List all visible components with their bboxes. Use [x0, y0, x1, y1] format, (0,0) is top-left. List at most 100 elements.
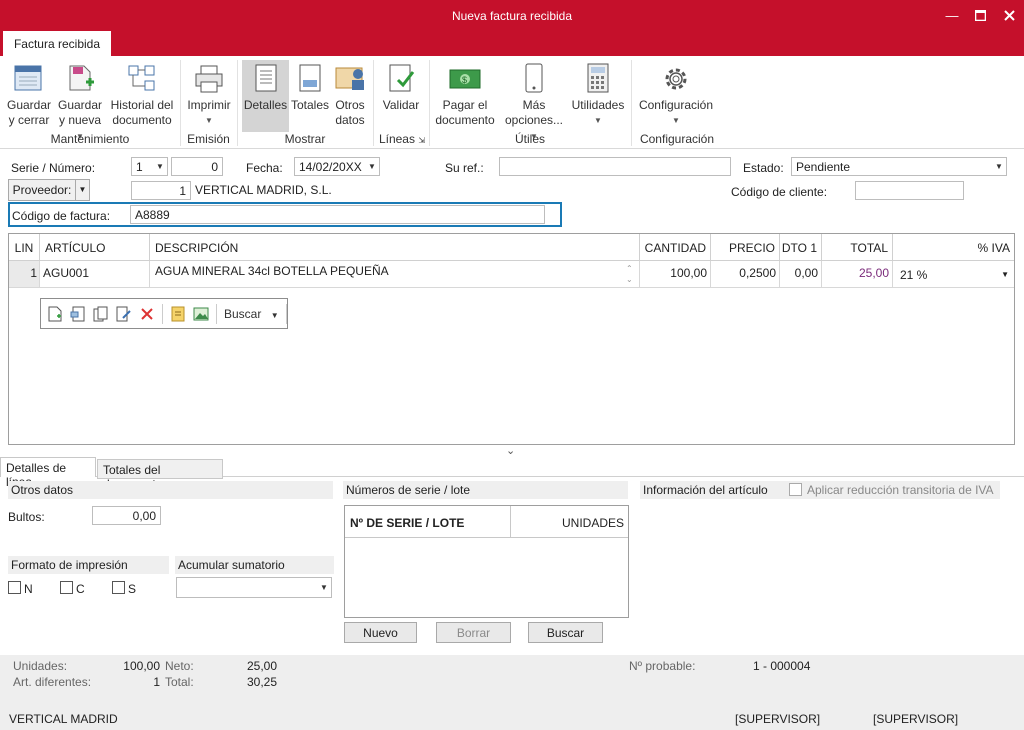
- formato-impresion-header: Formato de impresión: [8, 556, 169, 574]
- image-icon[interactable]: [193, 306, 209, 322]
- col-iva[interactable]: % IVA: [893, 234, 1014, 261]
- user-label-1: [SUPERVISOR]: [735, 712, 821, 726]
- art-diferentes-value: 1: [153, 675, 160, 689]
- tab-factura-recibida[interactable]: Factura recibida: [3, 31, 111, 56]
- col-total[interactable]: TOTAL: [822, 234, 893, 261]
- totals-button[interactable]: Totales: [290, 60, 330, 113]
- pay-document-button[interactable]: $ Pagar el documento: [434, 60, 496, 128]
- printer-icon: [186, 60, 232, 94]
- numeros-serie-header: Números de serie / lote: [343, 481, 628, 499]
- notes-icon[interactable]: [170, 306, 186, 322]
- chevron-down-icon: ▼: [78, 185, 87, 194]
- chevron-down-icon: ▼: [672, 116, 680, 125]
- col-precio[interactable]: PRECIO: [711, 234, 780, 261]
- minimize-icon[interactable]: —: [938, 4, 966, 26]
- reduccion-iva-label: Aplicar reducción transitoria de IVA: [807, 483, 994, 497]
- col-lin[interactable]: LIN: [9, 234, 40, 261]
- cell-descripcion[interactable]: AGUA MINERAL 34cl BOTELLA PEQUEÑA: [150, 261, 640, 288]
- delete-icon[interactable]: [139, 306, 155, 322]
- serie-select[interactable]: 1 ▼: [131, 157, 168, 176]
- bultos-label: Bultos:: [8, 510, 45, 524]
- ribbon: Guardar y cerrar Guardar y nueva ▼ Histori…: [0, 56, 1024, 149]
- maximize-icon[interactable]: [966, 4, 994, 26]
- edit-icon[interactable]: [116, 306, 132, 322]
- utilities-button[interactable]: Utilidades ▼: [570, 60, 626, 128]
- cell-precio[interactable]: 0,2500: [711, 261, 780, 288]
- details-button[interactable]: Detalles: [242, 60, 289, 132]
- total-label: Total:: [165, 675, 194, 689]
- scroll-arrows-icon[interactable]: ⌃ ⌄: [626, 263, 633, 285]
- save-close-icon: [5, 60, 53, 94]
- chevron-down-icon: ▼: [995, 162, 1003, 171]
- cell-total[interactable]: 25,00: [822, 261, 893, 288]
- proveedor-code-field[interactable]: 1: [131, 181, 191, 200]
- bultos-field[interactable]: 0,00: [92, 506, 161, 525]
- total-value: 30,25: [247, 675, 278, 689]
- checkbox-n[interactable]: [8, 581, 21, 594]
- cell-articulo[interactable]: AGU001: [40, 261, 150, 288]
- details-icon: [242, 60, 289, 94]
- chevron-down-icon: ▼: [270, 310, 279, 320]
- user-label-2: [SUPERVISOR]: [873, 712, 959, 726]
- tab-totales-documento[interactable]: Totales del documento: [97, 459, 223, 491]
- copy-icon[interactable]: [93, 306, 109, 322]
- title-bar: Nueva factura recibida —: [0, 0, 1024, 31]
- insert-line-icon[interactable]: [70, 306, 86, 322]
- cell-lin[interactable]: 1: [9, 261, 40, 288]
- acumular-sumatorio-header: Acumular sumatorio: [175, 556, 334, 574]
- proveedor-dropdown[interactable]: ▼: [75, 179, 90, 201]
- suref-field[interactable]: [499, 157, 731, 176]
- save-new-icon: [56, 60, 104, 94]
- estado-label: Estado:: [743, 161, 784, 175]
- checkbox-n-label: N: [24, 582, 33, 596]
- col-unidades[interactable]: UNIDADES: [511, 506, 628, 538]
- other-data-button[interactable]: Otros datos: [332, 60, 368, 128]
- chevron-down-icon: ▼: [156, 162, 164, 171]
- save-close-button[interactable]: Guardar y cerrar: [5, 60, 53, 128]
- neto-value: 25,00: [247, 659, 278, 673]
- estado-select[interactable]: Pendiente ▼: [791, 157, 1007, 176]
- col-descripcion[interactable]: DESCRIPCIÓN: [150, 234, 640, 261]
- splitter-chevron-icon[interactable]: ⌄: [506, 444, 515, 457]
- borrar-button[interactable]: Borrar: [436, 622, 511, 643]
- gear-icon: [636, 60, 716, 94]
- fecha-field[interactable]: 14/02/20XX ▼: [294, 157, 380, 176]
- group-label-configuracion: Configuración: [639, 132, 715, 146]
- col-cantidad[interactable]: CANTIDAD: [640, 234, 711, 261]
- reduccion-iva-checkbox[interactable]: [789, 483, 802, 496]
- cell-dto[interactable]: 0,00: [780, 261, 822, 288]
- numero-field[interactable]: 0: [171, 157, 223, 176]
- unidades-label: Unidades:: [13, 659, 68, 673]
- validate-icon: [378, 60, 424, 94]
- lines-grid: LIN ARTÍCULO DESCRIPCIÓN CANTIDAD PRECIO…: [8, 233, 1015, 445]
- search-dropdown-button[interactable]: Buscar ▼: [224, 307, 279, 321]
- tab-detalles-linea[interactable]: Detalles de línea: [0, 457, 96, 489]
- totals-icon: [290, 60, 330, 94]
- configuration-button[interactable]: Configuración ▼: [636, 60, 716, 128]
- proveedor-button[interactable]: Proveedor:: [8, 179, 76, 201]
- acumular-select[interactable]: ▼: [176, 577, 332, 598]
- buscar-button[interactable]: Buscar: [528, 622, 603, 643]
- neto-label: Neto:: [165, 659, 194, 673]
- history-button[interactable]: Historial del documento: [108, 60, 176, 128]
- calculator-icon: [570, 60, 626, 94]
- svg-text:$: $: [462, 75, 467, 85]
- codigo-cliente-field[interactable]: [855, 181, 964, 200]
- numero-probable-value: 1 - 000004: [753, 659, 811, 673]
- checkbox-s[interactable]: [112, 581, 125, 594]
- col-serie-lote[interactable]: Nº DE SERIE / LOTE: [345, 506, 511, 538]
- new-line-icon[interactable]: [47, 306, 63, 322]
- other-data-icon: [332, 60, 368, 94]
- nuevo-button[interactable]: Nuevo: [344, 622, 417, 643]
- pay-icon: $: [434, 60, 496, 94]
- serie-label: Serie / Número:: [11, 161, 96, 175]
- col-dto[interactable]: DTO 1: [780, 234, 822, 261]
- codigo-factura-field[interactable]: A8889: [130, 205, 545, 224]
- col-articulo[interactable]: ARTÍCULO: [40, 234, 150, 261]
- cell-iva[interactable]: 21 % ▼: [893, 261, 1014, 288]
- print-button[interactable]: Imprimir ▼: [186, 60, 232, 128]
- cell-cantidad[interactable]: 100,00: [640, 261, 711, 288]
- checkbox-c[interactable]: [60, 581, 73, 594]
- close-icon[interactable]: [995, 4, 1023, 26]
- validate-button[interactable]: Validar: [378, 60, 424, 113]
